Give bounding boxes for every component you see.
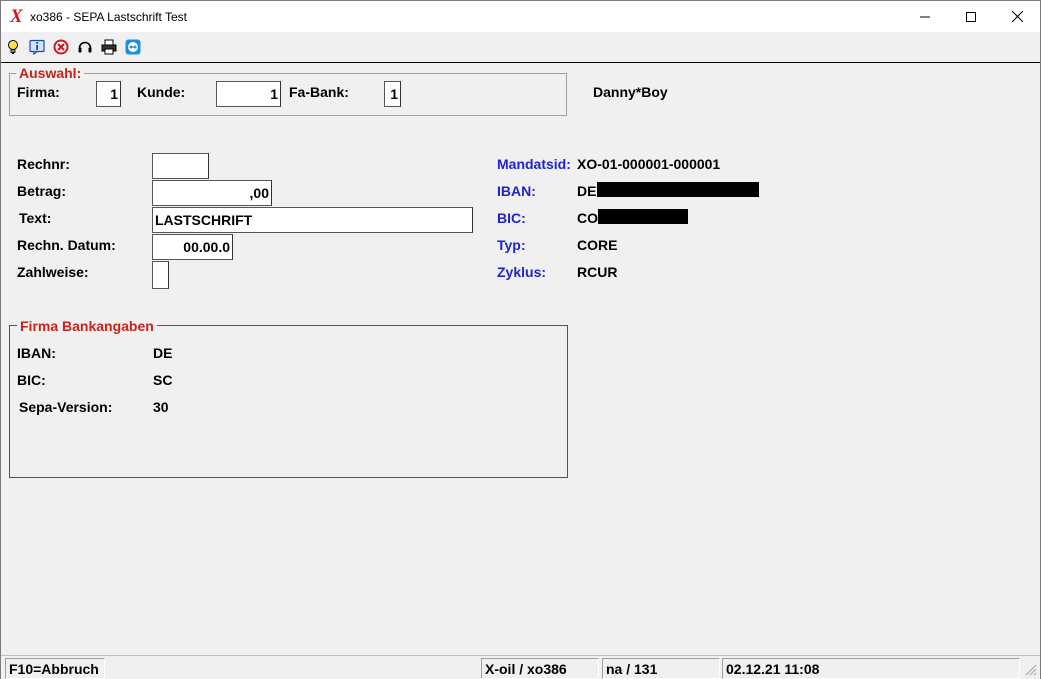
auswahl-legend: Auswahl: <box>16 65 85 81</box>
betrag-label: Betrag: <box>17 183 67 199</box>
text-label: Text: <box>19 210 52 226</box>
headset-icon[interactable] <box>77 39 93 55</box>
bank-iban-label: IBAN: <box>17 345 56 361</box>
teamviewer-icon[interactable] <box>125 39 141 55</box>
bank-legend: Firma Bankangaben <box>17 318 157 334</box>
mandatsid-value: XO-01-000001-000001 <box>577 156 721 172</box>
mandatsid-label: Mandatsid: <box>497 156 571 172</box>
status-user: na / 131 <box>602 658 720 679</box>
auswahl-group <box>9 73 567 116</box>
zahlweise-input[interactable] <box>152 261 169 289</box>
redaction-bar <box>598 209 688 224</box>
info-icon[interactable] <box>29 39 45 56</box>
kunde-label: Kunde: <box>137 84 186 100</box>
minimize-icon <box>920 16 930 17</box>
bic-value: CO <box>577 210 598 226</box>
lightbulb-icon[interactable] <box>5 39 21 55</box>
zyklus-label: Zyklus: <box>497 264 547 280</box>
app-logo-icon: X <box>10 6 23 27</box>
zahlweise-label: Zahlweise: <box>17 264 89 280</box>
sepa-version-value: 30 <box>153 399 169 415</box>
cancel-icon[interactable] <box>53 39 69 55</box>
app-window: X xo386 - SEPA Lastschrift Test Auswahl:… <box>0 0 1041 679</box>
resize-grip-icon[interactable] <box>1025 664 1037 676</box>
printer-icon[interactable] <box>101 39 117 55</box>
sepa-version-label: Sepa-Version: <box>19 399 113 415</box>
maximize-button[interactable] <box>948 1 994 32</box>
minimize-button[interactable] <box>902 1 948 32</box>
fabank-input[interactable]: 1 <box>384 81 401 107</box>
bic-label: BIC: <box>497 210 526 226</box>
close-icon <box>1011 11 1023 22</box>
redaction-bar <box>597 182 759 197</box>
close-button[interactable] <box>994 1 1040 32</box>
status-bar: F10=Abbruch X-oil / xo386 na / 131 02.12… <box>1 655 1040 679</box>
firma-input[interactable]: 1 <box>96 81 121 107</box>
firma-label: Firma: <box>17 84 60 100</box>
maximize-icon <box>966 11 976 22</box>
kunde-input[interactable]: 1 <box>216 81 281 107</box>
betrag-input[interactable]: ,00 <box>152 180 272 206</box>
text-input[interactable]: LASTSCHRIFT <box>152 207 473 233</box>
bank-iban-value: DE <box>153 345 173 361</box>
customer-name: Danny*Boy <box>593 84 668 100</box>
status-hint: F10=Abbruch <box>5 658 105 679</box>
status-app: X-oil / xo386 <box>481 658 599 679</box>
title-bar: X xo386 - SEPA Lastschrift Test <box>1 1 1040 32</box>
iban-value: DE <box>577 183 597 199</box>
typ-label: Typ: <box>497 237 526 253</box>
bank-bic-label: BIC: <box>17 372 46 388</box>
rechnr-label: Rechnr: <box>17 156 70 172</box>
zyklus-value: RCUR <box>577 264 618 280</box>
typ-value: CORE <box>577 237 618 253</box>
rechnr-input[interactable] <box>152 153 209 179</box>
iban-label: IBAN: <box>497 183 536 199</box>
fabank-label: Fa-Bank: <box>289 84 349 100</box>
status-datetime: 02.12.21 11:08 <box>722 658 1020 679</box>
bank-bic-value: SC <box>153 372 173 388</box>
window-title: xo386 - SEPA Lastschrift Test <box>30 10 187 24</box>
toolbar <box>1 32 1040 63</box>
rechn-datum-label: Rechn. Datum: <box>17 237 116 253</box>
rechn-datum-input[interactable]: 00.00.0 <box>152 234 233 260</box>
